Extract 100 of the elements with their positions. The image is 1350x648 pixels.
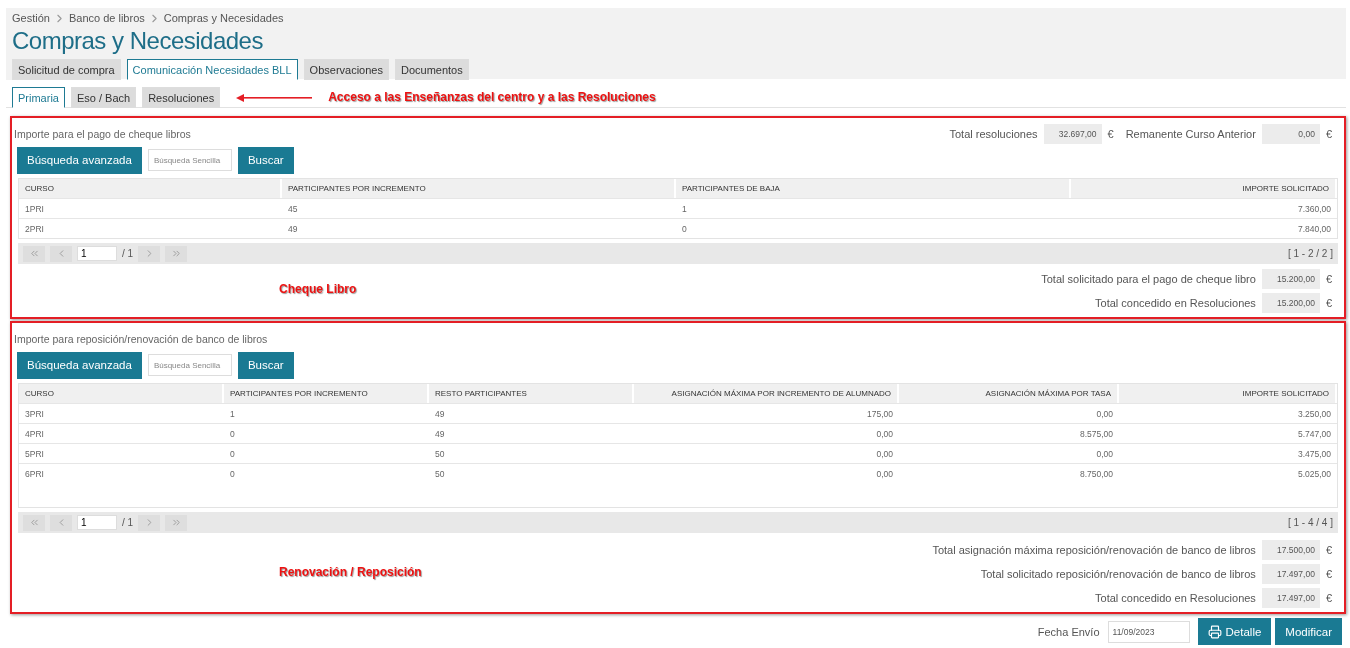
total-value: 17.500,00 xyxy=(1261,539,1320,560)
record-range: [ 1 - 2 / 2 ] xyxy=(1287,248,1333,259)
table-cell: 7.360,00 xyxy=(1071,198,1337,218)
page-count: / 1 xyxy=(122,248,134,259)
total-label: Total solicitado reposición/renovación de banco de libros xyxy=(980,567,1256,580)
table-cell: 0,00 xyxy=(634,423,899,443)
advanced-search-button[interactable]: Búsqueda avanzada xyxy=(17,351,142,379)
table-cell: 0,00 xyxy=(634,443,899,463)
date-field[interactable]: 11/09/2023 xyxy=(1107,620,1190,643)
table-cell: 4PRI xyxy=(19,423,224,443)
currency-symbol: € xyxy=(1107,128,1114,140)
table-cell: 0 xyxy=(224,423,429,443)
table-cell: 5.747,00 xyxy=(1119,423,1337,443)
table-cell: 5.025,00 xyxy=(1119,463,1337,483)
detail-button[interactable]: Detalle xyxy=(1197,618,1272,645)
annotation-text: Renovación / Reposición xyxy=(279,565,422,579)
table-cell: 3.475,00 xyxy=(1119,443,1337,463)
column-header: IMPORTE SOLICITADO xyxy=(1071,179,1337,198)
total-value: 32.697,00 xyxy=(1043,124,1102,144)
table-cell: 5PRI xyxy=(19,443,224,463)
column-header: CURSO xyxy=(19,179,282,198)
table-cell: 45 xyxy=(282,198,676,218)
record-range: [ 1 - 4 / 4 ] xyxy=(1287,517,1333,528)
section-title: Importe para reposición/renovación de banco de libros xyxy=(14,333,268,345)
next-page-button[interactable] xyxy=(138,245,161,262)
table-cell: 3.250,00 xyxy=(1119,403,1337,423)
total-label: Total solicitado para el pago de cheque libro xyxy=(1041,272,1256,285)
table-cell: 0,00 xyxy=(899,403,1119,423)
first-page-button[interactable] xyxy=(23,245,45,262)
annotation-text: Acceso a las Enseñanzas del centro y a las Resoluciones xyxy=(328,90,656,104)
table-cell: 49 xyxy=(282,218,676,238)
last-page-button[interactable] xyxy=(165,245,188,262)
table-cell: 7.840,00 xyxy=(1071,218,1337,238)
currency-symbol: € xyxy=(1325,128,1332,140)
breadcrumb-item[interactable]: Gestión xyxy=(12,12,50,24)
annotation-text: Cheque Libro xyxy=(279,282,357,296)
total-value: 17.497,00 xyxy=(1261,563,1320,584)
double-chevron-left-icon xyxy=(28,248,40,259)
advanced-search-button[interactable]: Búsqueda avanzada xyxy=(17,146,142,174)
double-chevron-right-icon xyxy=(170,248,182,259)
table-cell: 0,00 xyxy=(899,443,1119,463)
previous-page-button[interactable] xyxy=(50,245,72,262)
modify-button[interactable]: Modificar xyxy=(1275,618,1342,645)
search-button[interactable]: Buscar xyxy=(237,351,294,379)
section-title: Importe para el pago de cheque libros xyxy=(14,128,191,140)
total-label: Total concedido en Resoluciones xyxy=(1095,296,1256,309)
page-count: / 1 xyxy=(122,517,134,528)
tab[interactable]: Comunicación Necesidades BLL xyxy=(126,59,298,80)
tab[interactable]: Solicitud de compra xyxy=(12,59,121,80)
last-page-button[interactable] xyxy=(165,514,188,531)
table-cell: 0,00 xyxy=(634,463,899,483)
column-header: PARTICIPANTES DE BAJA xyxy=(676,179,1071,198)
page-field[interactable]: 1 xyxy=(77,246,117,261)
total-label: Remanente Curso Anterior xyxy=(1125,128,1256,140)
page-field[interactable]: 1 xyxy=(77,515,117,530)
double-chevron-left-icon xyxy=(28,517,40,528)
printer-icon xyxy=(1207,624,1222,639)
search-field[interactable]: Búsqueda Sencilla xyxy=(147,354,232,376)
table-cell: 49 xyxy=(429,403,634,423)
tab[interactable]: Primaria xyxy=(12,87,65,108)
table-cell: 0 xyxy=(224,443,429,463)
total-label: Total concedido en Resoluciones xyxy=(1095,591,1256,604)
table-cell: 1PRI xyxy=(19,198,282,218)
column-header: PARTICIPANTES POR INCREMENTO xyxy=(224,384,429,403)
table-cell: 8.750,00 xyxy=(899,463,1119,483)
column-header: ASIGNACIÓN MÁXIMA POR INCREMENTO DE ALUMNADO xyxy=(634,384,899,403)
currency-symbol: € xyxy=(1325,272,1332,285)
table-cell: 50 xyxy=(429,443,634,463)
total-label: Total asignación máxima reposición/renovación de banco de libros xyxy=(932,543,1256,556)
double-chevron-right-icon xyxy=(170,517,182,528)
arrow-icon xyxy=(236,94,313,102)
next-page-button[interactable] xyxy=(138,514,161,531)
table-cell: 0 xyxy=(676,218,1071,238)
column-header: ASIGNACIÓN MÁXIMA POR TASA xyxy=(899,384,1119,403)
table-cell: 3PRI xyxy=(19,403,224,423)
search-button[interactable]: Buscar xyxy=(237,146,294,174)
previous-page-button[interactable] xyxy=(50,514,72,531)
tab[interactable]: Eso / Bach xyxy=(70,87,137,108)
total-value: 0,00 xyxy=(1261,124,1320,144)
date-label: Fecha Envío xyxy=(1037,625,1100,638)
page-title: Compras y Necesidades xyxy=(12,27,264,55)
table-cell: 175,00 xyxy=(634,403,899,423)
tab[interactable]: Documentos xyxy=(394,59,469,80)
column-header: RESTO PARTICIPANTES xyxy=(429,384,634,403)
currency-symbol: € xyxy=(1325,567,1332,580)
table-cell: 6PRI xyxy=(19,463,224,483)
currency-symbol: € xyxy=(1325,591,1332,604)
total-label: Total resoluciones xyxy=(949,128,1038,140)
table-cell: 1 xyxy=(224,403,429,423)
table-cell: 2PRI xyxy=(19,218,282,238)
currency-symbol: € xyxy=(1325,543,1332,556)
table-cell: 0 xyxy=(224,463,429,483)
tab[interactable]: Resoluciones xyxy=(142,87,221,108)
tab[interactable]: Observaciones xyxy=(303,59,389,80)
breadcrumb-item[interactable]: Banco de libros xyxy=(68,12,145,24)
table-cell: 50 xyxy=(429,463,634,483)
column-header: IMPORTE SOLICITADO xyxy=(1119,384,1337,403)
first-page-button[interactable] xyxy=(23,514,45,531)
search-field[interactable]: Búsqueda Sencilla xyxy=(147,149,232,171)
column-header: PARTICIPANTES POR INCREMENTO xyxy=(282,179,676,198)
